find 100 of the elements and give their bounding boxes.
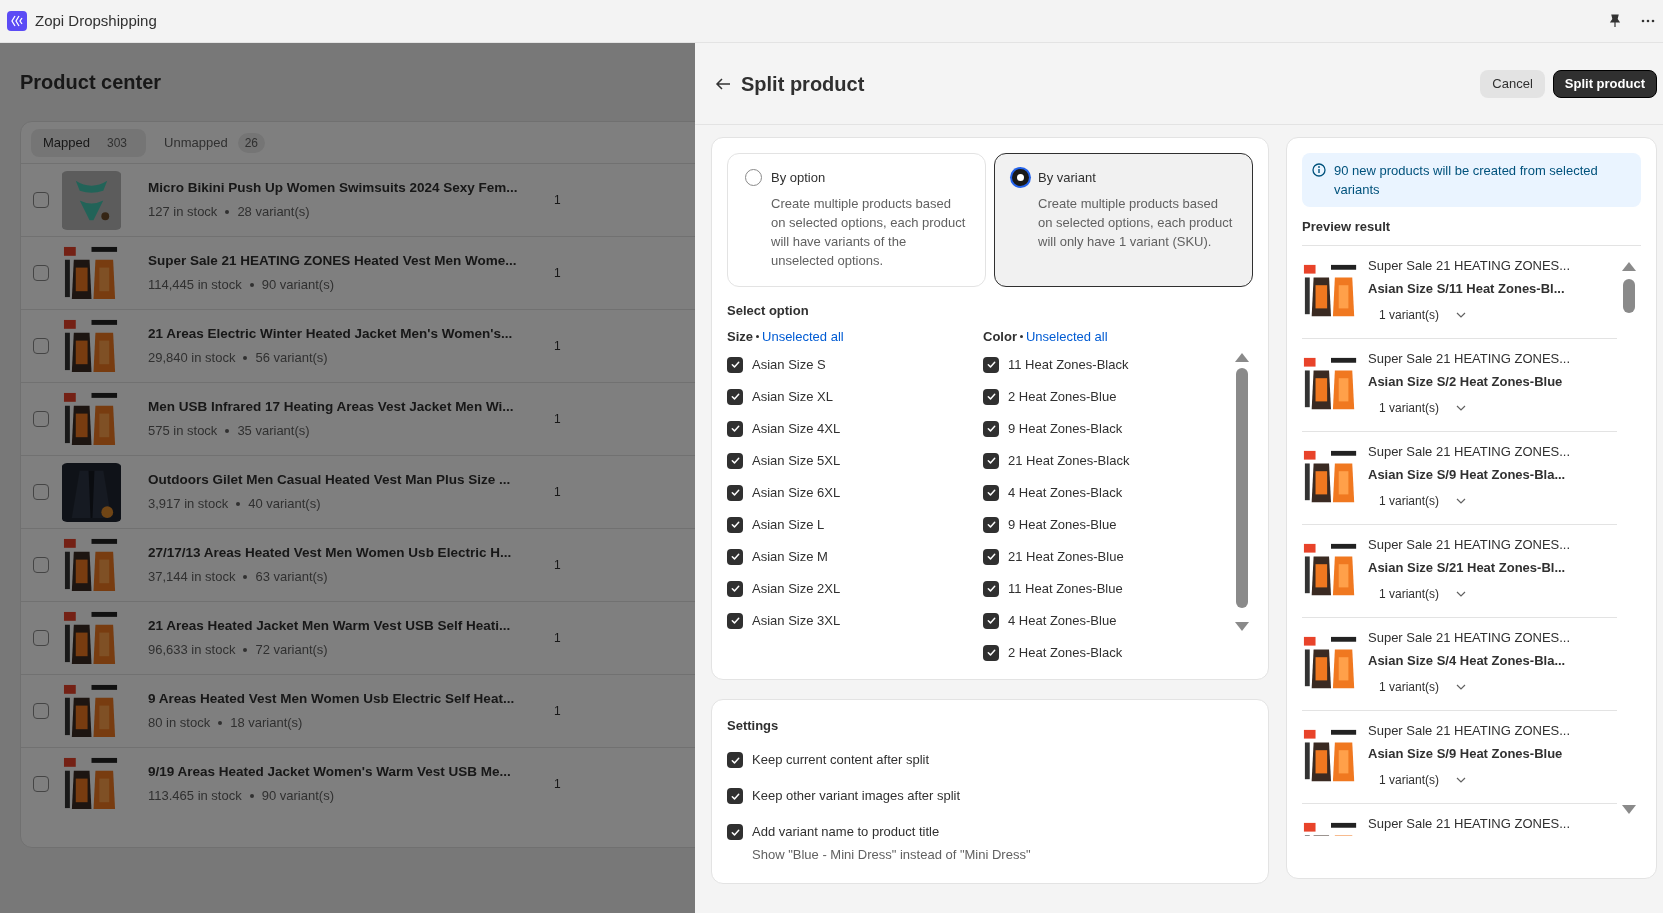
checkbox[interactable] bbox=[727, 452, 743, 469]
checkbox[interactable] bbox=[727, 388, 743, 405]
checkmark-icon bbox=[985, 647, 997, 658]
product-title[interactable]: 27/17/13 Areas Heated Vest Men Women Usb Electric H... bbox=[148, 543, 518, 564]
checkbox[interactable] bbox=[727, 420, 743, 437]
checkbox[interactable] bbox=[727, 788, 743, 804]
checkbox[interactable] bbox=[33, 703, 49, 719]
preview-variant-name: Asian Size S/2 Heat Zones-Blue bbox=[1368, 372, 1564, 391]
tab[interactable]: Unmapped 26 bbox=[152, 128, 277, 157]
stock-count: 29,840 in stock bbox=[148, 349, 236, 368]
product-title[interactable]: 21 Areas Heated Jacket Men Warm Vest USB Self Heati... bbox=[148, 616, 518, 637]
checkmark-icon bbox=[985, 359, 997, 370]
product-title[interactable]: Men USB Infrared 17 Heating Areas Vest Jacket Men Wi... bbox=[148, 397, 518, 418]
stock-count: 114,445 in stock bbox=[148, 276, 242, 295]
checkbox[interactable] bbox=[983, 356, 999, 373]
cancel-button[interactable]: Cancel bbox=[1480, 69, 1545, 98]
preview-product-title: Super Sale 21 HEATING ZONES... bbox=[1368, 721, 1571, 740]
variant-count: 90 variant(s) bbox=[261, 787, 334, 806]
product-title[interactable]: Micro Bikini Push Up Women Swimsuits 2024 Sexy Fem... bbox=[148, 178, 518, 199]
checkbox[interactable] bbox=[33, 776, 49, 792]
checkbox[interactable] bbox=[983, 516, 999, 533]
setting-hint: Show "Blue - Mini Dress" instead of "Mini Dress" bbox=[752, 846, 1031, 864]
variant-count-toggle[interactable]: 1 variant(s) bbox=[1379, 306, 1467, 324]
checkbox[interactable] bbox=[983, 484, 999, 501]
quantity: 1 bbox=[554, 703, 561, 720]
checkbox[interactable] bbox=[33, 557, 49, 573]
stock-count: 113.465 in stock bbox=[148, 787, 242, 806]
option-value-label: Asian Size 5XL bbox=[752, 451, 841, 470]
quantity: 1 bbox=[554, 776, 561, 793]
option-value-label: 4 Heat Zones-Blue bbox=[1008, 611, 1117, 630]
app-logo-icon bbox=[7, 11, 27, 31]
drawer-title: Split product bbox=[741, 71, 865, 97]
checkbox[interactable] bbox=[33, 192, 49, 208]
product-title[interactable]: Outdoors Gilet Men Casual Heated Vest Man Plus Size ... bbox=[148, 470, 518, 491]
checkbox[interactable] bbox=[727, 484, 743, 501]
checkbox[interactable] bbox=[727, 612, 743, 629]
split-mode-option[interactable]: By option Create multiple products based on selected options, each product will have variants of the unselected options. bbox=[727, 153, 986, 287]
variant-count: 35 variant(s) bbox=[237, 422, 310, 441]
scroll-down-icon[interactable] bbox=[1622, 804, 1636, 814]
product-title[interactable]: 9/19 Areas Heated Jacket Women's Warm Vest USB Me... bbox=[148, 762, 518, 783]
checkbox[interactable] bbox=[727, 580, 743, 597]
page-title: Product center bbox=[20, 70, 163, 95]
checkbox[interactable] bbox=[983, 452, 999, 469]
checkbox[interactable] bbox=[983, 388, 999, 405]
variant-count-toggle[interactable]: 1 variant(s) bbox=[1379, 399, 1467, 417]
checkbox[interactable] bbox=[727, 752, 743, 768]
variant-count: 28 variant(s) bbox=[237, 203, 310, 222]
back-arrow-icon[interactable] bbox=[715, 76, 731, 91]
checkbox[interactable] bbox=[33, 265, 49, 281]
chevron-down-icon bbox=[1456, 312, 1467, 318]
option-value-label: Asian Size 2XL bbox=[752, 579, 841, 598]
radio-button[interactable] bbox=[1012, 169, 1029, 186]
checkbox[interactable] bbox=[727, 824, 743, 840]
checkbox[interactable] bbox=[33, 411, 49, 427]
variant-count-toggle[interactable]: 1 variant(s) bbox=[1379, 678, 1467, 696]
stock-count: 127 in stock bbox=[148, 203, 218, 222]
scroll-up-icon[interactable] bbox=[1622, 261, 1636, 271]
checkbox[interactable] bbox=[983, 612, 999, 629]
product-title[interactable]: 9 Areas Heated Vest Men Women Usb Electric Self Heat... bbox=[148, 689, 518, 710]
scroll-down-icon[interactable] bbox=[1235, 621, 1249, 631]
unselect-all-link[interactable]: Unselected all bbox=[762, 326, 844, 347]
checkmark-icon bbox=[729, 615, 741, 626]
tab[interactable]: Mapped 303 bbox=[31, 128, 146, 157]
quantity: 1 bbox=[554, 265, 561, 282]
checkbox[interactable] bbox=[33, 484, 49, 500]
option-name: Color bbox=[983, 327, 1017, 346]
checkbox[interactable] bbox=[727, 548, 743, 565]
checkbox[interactable] bbox=[33, 630, 49, 646]
checkbox[interactable] bbox=[727, 516, 743, 533]
scroll-up-icon[interactable] bbox=[1235, 352, 1249, 362]
setting-label: Keep current content after split bbox=[752, 751, 930, 770]
scrollbar-thumb[interactable] bbox=[1236, 367, 1248, 608]
checkbox[interactable] bbox=[983, 580, 999, 597]
checkbox[interactable] bbox=[983, 644, 999, 661]
checkbox[interactable] bbox=[983, 548, 999, 565]
option-value-label: 4 Heat Zones-Black bbox=[1008, 483, 1123, 502]
radio-button[interactable] bbox=[745, 169, 762, 186]
pin-icon[interactable] bbox=[1608, 14, 1622, 28]
scrollbar-thumb[interactable] bbox=[1623, 278, 1635, 313]
preview-variant-name: Asian Size S/21 Heat Zones-Bl... bbox=[1368, 558, 1567, 577]
checkbox[interactable] bbox=[983, 420, 999, 437]
product-title[interactable]: Super Sale 21 HEATING ZONES Heated Vest Men Wome... bbox=[148, 251, 518, 272]
checkbox[interactable] bbox=[33, 338, 49, 354]
split-mode-option[interactable]: By variant Create multiple products based on selected options, each product will only have 1 variant (SKU). bbox=[994, 153, 1253, 287]
product-title[interactable]: 21 Areas Electric Winter Heated Jacket Men's Women's... bbox=[148, 324, 518, 345]
variant-count-toggle[interactable]: 1 variant(s) bbox=[1379, 585, 1467, 603]
preview-variant-name: Asian Size S/9 Heat Zones-Blue bbox=[1368, 744, 1564, 763]
checkbox[interactable] bbox=[727, 356, 743, 373]
split-product-button[interactable]: Split product bbox=[1552, 69, 1657, 98]
option-value-label: Asian Size XL bbox=[752, 387, 833, 406]
setting-label: Keep other variant images after split bbox=[752, 787, 961, 806]
option-value-label: 11 Heat Zones-Blue bbox=[1008, 579, 1123, 598]
variant-count-toggle[interactable]: 1 variant(s) bbox=[1379, 771, 1467, 789]
option-name: Size bbox=[727, 327, 753, 346]
option-title: By option bbox=[771, 169, 827, 187]
unselect-all-link[interactable]: Unselected all bbox=[1025, 326, 1108, 347]
variant-count-toggle[interactable]: 1 variant(s) bbox=[1379, 492, 1467, 510]
option-value-label: Asian Size L bbox=[752, 515, 825, 534]
option-value-label: 21 Heat Zones-Blue bbox=[1008, 547, 1124, 566]
checkmark-icon bbox=[985, 423, 997, 434]
